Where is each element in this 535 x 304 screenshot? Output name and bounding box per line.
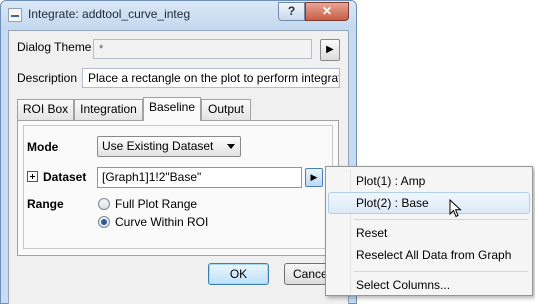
dialog-theme-menu-button[interactable]: ▶ — [320, 39, 340, 61]
help-button[interactable]: ? — [278, 2, 305, 21]
radio-full-plot-range[interactable] — [98, 198, 110, 210]
menu-item-plot1-amp[interactable]: Plot(1) : Amp — [328, 170, 530, 192]
title-bar[interactable]: Integrate: addtool_curve_integ ? ✕ — [1, 1, 356, 29]
description-text: Place a rectangle on the plot to perform… — [82, 68, 340, 88]
tab-baseline[interactable]: Baseline — [143, 97, 201, 121]
tab-roi-box[interactable]: ROI Box — [17, 99, 74, 120]
dialog-theme-label: Dialog Theme — [17, 40, 92, 54]
dataset-input[interactable]: [Graph1]1!2"Base" — [97, 167, 302, 188]
tab-integration[interactable]: Integration — [74, 99, 143, 120]
mouse-pointer-icon — [449, 199, 462, 218]
play-arrow-icon: ▶ — [310, 172, 318, 182]
app-icon — [8, 8, 22, 22]
window-title: Integrate: addtool_curve_integ — [28, 7, 191, 21]
radio-curve-within-roi[interactable] — [98, 216, 110, 228]
integrate-dialog: Integrate: addtool_curve_integ ? ✕ Dialo… — [0, 0, 357, 304]
menu-item-select-columns[interactable]: Select Columns... — [328, 274, 530, 296]
dialog-theme-field[interactable]: * — [93, 39, 312, 59]
full-plot-range-label: Full Plot Range — [115, 197, 198, 211]
dataset-label: Dataset — [43, 170, 87, 184]
dataset-context-menu: Plot(1) : Amp Plot(2) : Base Reset Resel… — [325, 166, 533, 296]
range-label: Range — [27, 197, 64, 211]
expand-plus-icon[interactable] — [27, 171, 38, 182]
mode-label: Mode — [27, 140, 59, 154]
mode-selected-value: Use Existing Dataset — [102, 139, 214, 153]
menu-separator — [354, 271, 528, 272]
play-arrow-icon: ▶ — [326, 44, 334, 55]
menu-item-reset[interactable]: Reset — [328, 222, 530, 244]
menu-separator — [354, 219, 528, 220]
close-button[interactable]: ✕ — [305, 2, 349, 21]
mode-dropdown[interactable]: Use Existing Dataset — [97, 136, 241, 157]
chevron-down-icon — [227, 144, 235, 149]
description-label: Description — [17, 71, 78, 85]
menu-item-reselect-all[interactable]: Reselect All Data from Graph — [328, 244, 530, 266]
curve-within-roi-label: Curve Within ROI — [115, 215, 209, 229]
dataset-menu-button[interactable]: ▶ — [305, 168, 323, 187]
menu-item-plot2-base[interactable]: Plot(2) : Base — [328, 192, 530, 214]
tab-output[interactable]: Output — [201, 99, 251, 120]
ok-button[interactable]: OK — [208, 263, 269, 285]
